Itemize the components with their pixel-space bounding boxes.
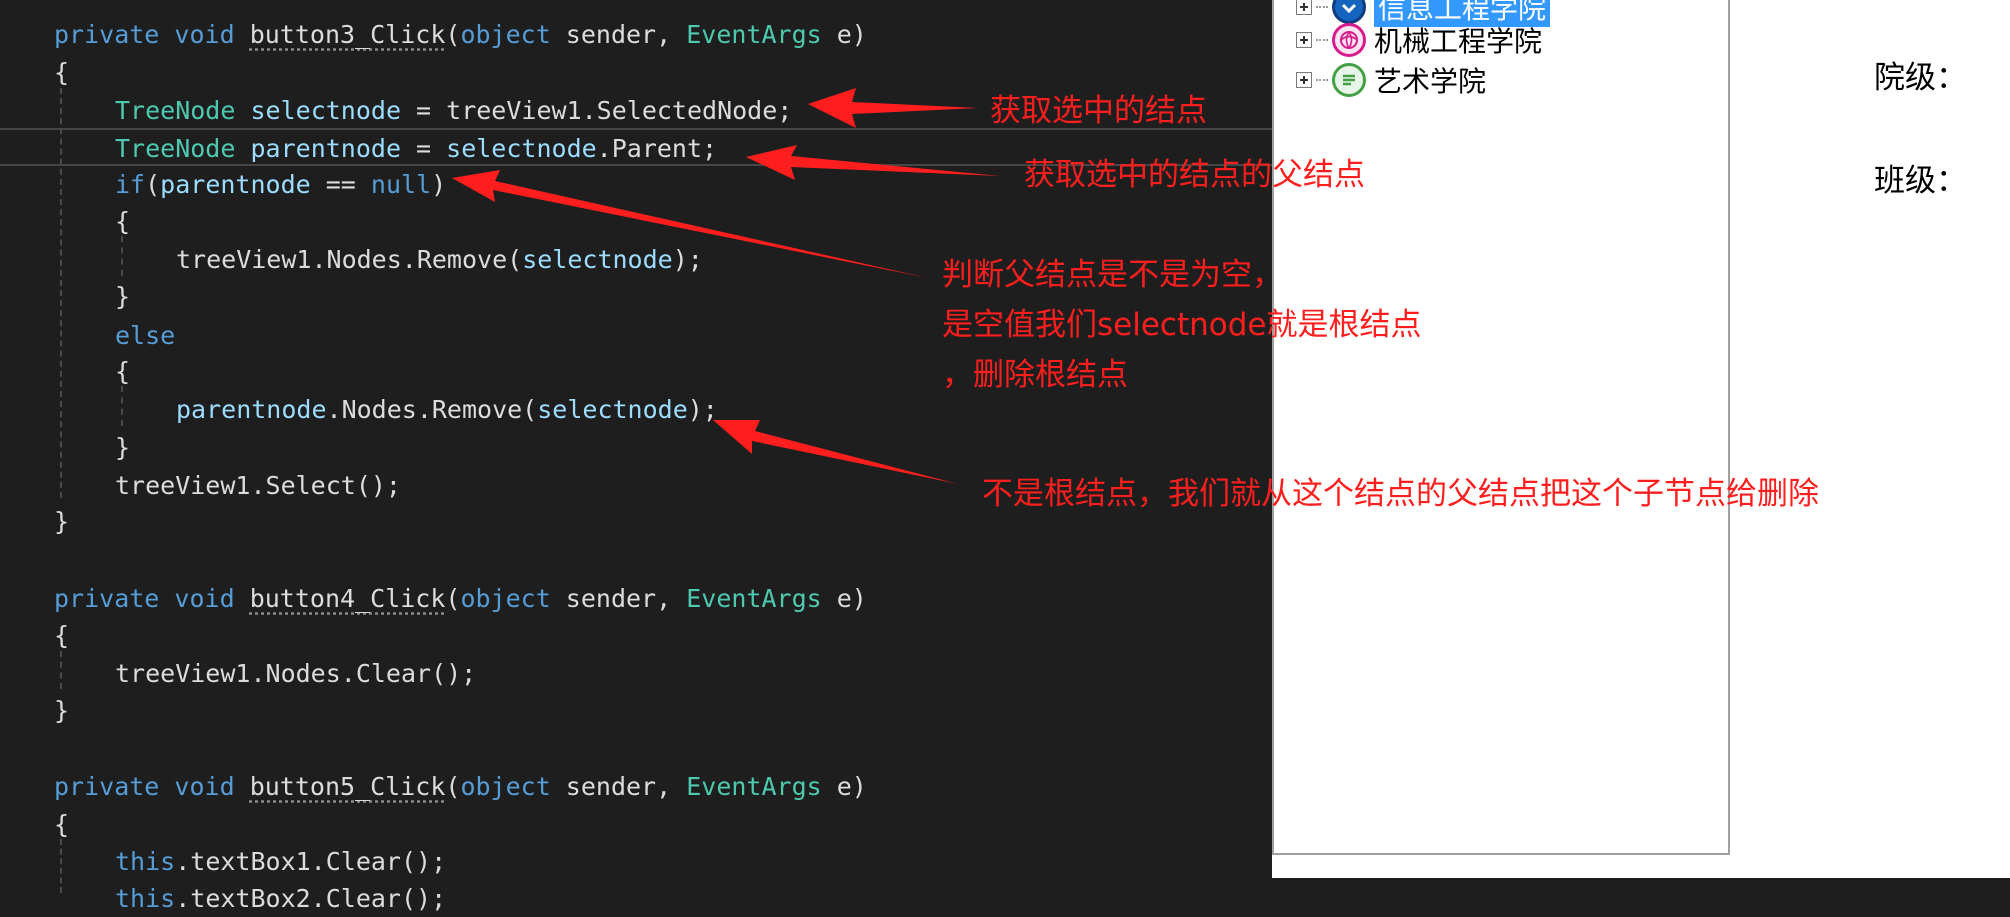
annotation-parent-node: 获取选中的结点的父结点 <box>1024 157 1365 193</box>
annotation-selected-node: 获取选中的结点 <box>990 93 1207 129</box>
arrow-selected-node <box>808 88 978 128</box>
arrow-parent-node <box>746 145 1000 180</box>
arrow-null-check <box>452 170 928 278</box>
arrow-not-root <box>713 420 958 484</box>
annotation-null-check: 判断父结点是不是为空， 是空值我们selectnode就是根结点 ，删除根结点 <box>942 257 1422 393</box>
annotation-not-root: 不是根结点，我们就从这个结点的父结点把这个子节点给删除 <box>982 476 1819 512</box>
